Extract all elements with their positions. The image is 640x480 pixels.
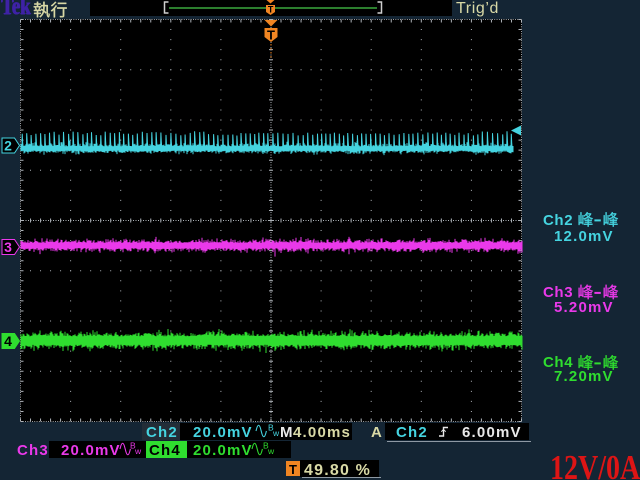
svg-text:T: T	[267, 28, 275, 43]
svg-text:4: 4	[4, 333, 12, 349]
svg-text:w: w	[272, 428, 280, 438]
svg-text:w: w	[267, 446, 275, 456]
svg-text:T: T	[268, 5, 274, 15]
svg-text:2: 2	[4, 138, 12, 154]
svg-text:3: 3	[4, 239, 12, 255]
svg-text:w: w	[134, 446, 142, 456]
